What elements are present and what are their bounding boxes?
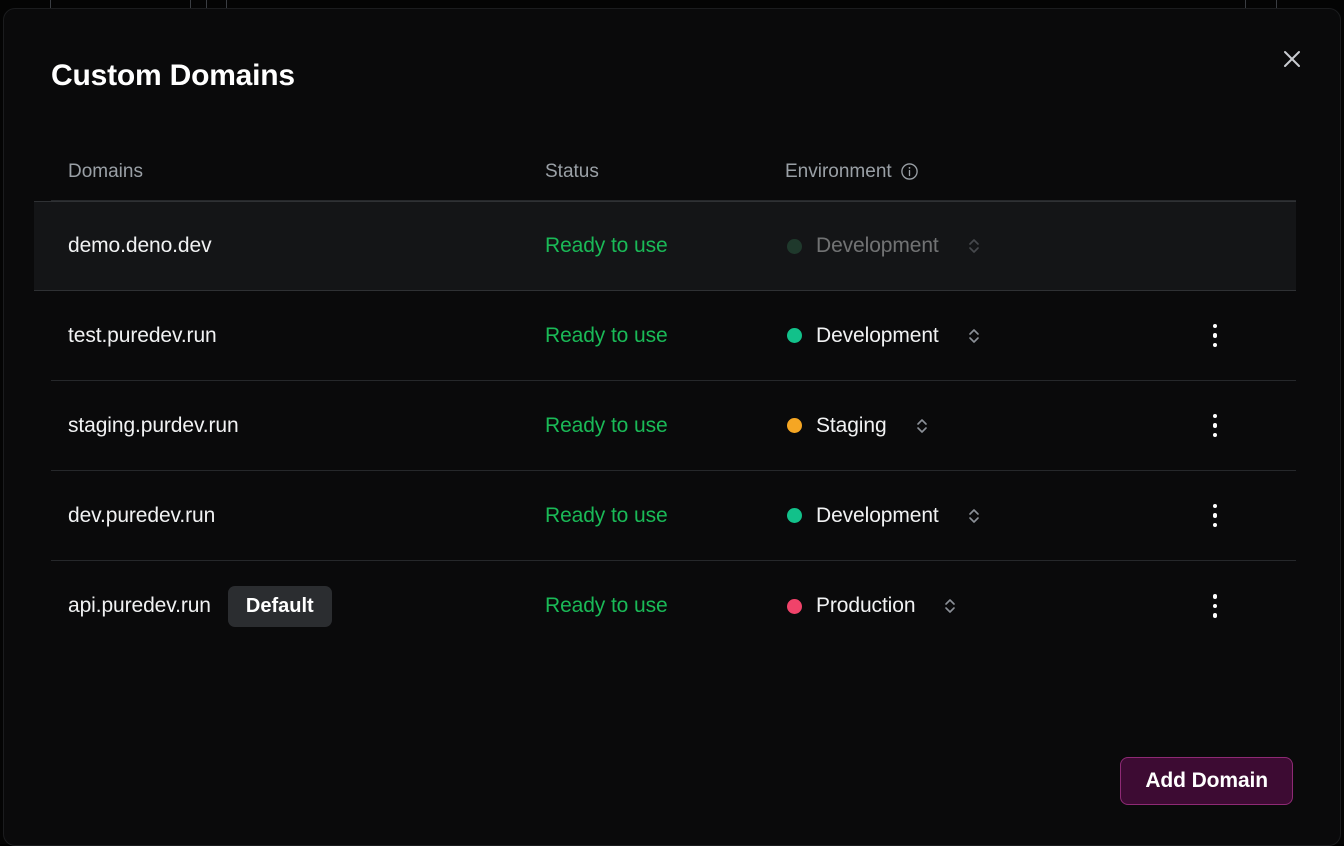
- domain-cell: dev.puredev.run: [68, 504, 545, 528]
- row-menu-icon[interactable]: [1203, 408, 1228, 444]
- environment-status-dot: [787, 418, 802, 433]
- table-header-row: Domains Status Environment: [51, 143, 1296, 201]
- domain-cell: demo.deno.dev: [68, 234, 545, 258]
- status-badge: Ready to use: [545, 324, 785, 348]
- environment-label: Staging: [816, 414, 887, 438]
- environment-label: Development: [816, 234, 939, 258]
- environment-cell: Production: [785, 590, 1165, 622]
- environment-label: Development: [816, 324, 939, 348]
- close-icon[interactable]: [1277, 44, 1307, 74]
- row-actions-cell: [1165, 408, 1265, 444]
- table-row-staging-purdev-run[interactable]: staging.purdev.run Ready to use Staging: [51, 381, 1296, 471]
- row-menu-icon[interactable]: [1203, 588, 1228, 624]
- table-row-demo-deno-dev[interactable]: demo.deno.dev Ready to use Development: [34, 201, 1296, 291]
- environment-status-dot: [787, 508, 802, 523]
- row-actions-cell: [1165, 498, 1265, 534]
- column-header-domains: Domains: [68, 161, 545, 183]
- row-actions-cell: [1165, 588, 1265, 624]
- domain-name: test.puredev.run: [68, 324, 217, 348]
- column-header-status: Status: [545, 161, 785, 183]
- environment-select[interactable]: Development: [785, 500, 983, 532]
- environment-cell: Development: [785, 500, 1165, 532]
- environment-status-dot: [787, 239, 802, 254]
- domain-cell: staging.purdev.run: [68, 414, 545, 438]
- environment-status-dot: [787, 328, 802, 343]
- environment-select[interactable]: Development: [785, 230, 983, 262]
- row-menu-icon[interactable]: [1203, 498, 1228, 534]
- environment-label: Production: [816, 594, 915, 618]
- row-actions-cell: [1165, 318, 1265, 354]
- table-row-api-puredev-run[interactable]: api.puredev.run Default Ready to use Pro…: [51, 561, 1296, 651]
- table-row-test-puredev-run[interactable]: test.puredev.run Ready to use Developmen…: [51, 291, 1296, 381]
- domains-table: Domains Status Environment demo.deno.dev…: [51, 143, 1296, 651]
- add-domain-button[interactable]: Add Domain: [1120, 757, 1293, 805]
- table-row-dev-puredev-run[interactable]: dev.puredev.run Ready to use Development: [51, 471, 1296, 561]
- domain-name: api.puredev.run: [68, 594, 211, 618]
- column-header-environment-label: Environment: [785, 161, 892, 183]
- environment-cell: Staging: [785, 410, 1165, 442]
- custom-domains-modal: Custom Domains Domains Status Environmen…: [3, 8, 1341, 846]
- status-badge: Ready to use: [545, 414, 785, 438]
- chevron-updown-icon: [967, 506, 981, 526]
- environment-status-dot: [787, 599, 802, 614]
- default-badge: Default: [228, 586, 332, 627]
- domain-name: demo.deno.dev: [68, 234, 211, 258]
- page-title: Custom Domains: [51, 59, 295, 93]
- environment-select[interactable]: Production: [785, 590, 959, 622]
- environment-select[interactable]: Development: [785, 320, 983, 352]
- domain-cell: test.puredev.run: [68, 324, 545, 348]
- environment-cell: Development: [785, 320, 1165, 352]
- domain-cell: api.puredev.run Default: [68, 586, 545, 627]
- environment-label: Development: [816, 504, 939, 528]
- environment-select[interactable]: Staging: [785, 410, 931, 442]
- status-badge: Ready to use: [545, 594, 785, 618]
- status-badge: Ready to use: [545, 234, 785, 258]
- column-header-environment: Environment: [785, 161, 1165, 183]
- chevron-updown-icon: [967, 236, 981, 256]
- row-menu-icon[interactable]: [1203, 318, 1228, 354]
- domain-name: staging.purdev.run: [68, 414, 239, 438]
- table-body: demo.deno.dev Ready to use Development t…: [51, 201, 1296, 651]
- info-circle-icon[interactable]: [900, 162, 919, 181]
- environment-cell: Development: [785, 230, 1165, 262]
- chevron-updown-icon: [967, 326, 981, 346]
- status-badge: Ready to use: [545, 504, 785, 528]
- chevron-updown-icon: [915, 416, 929, 436]
- chevron-updown-icon: [943, 596, 957, 616]
- domain-name: dev.puredev.run: [68, 504, 215, 528]
